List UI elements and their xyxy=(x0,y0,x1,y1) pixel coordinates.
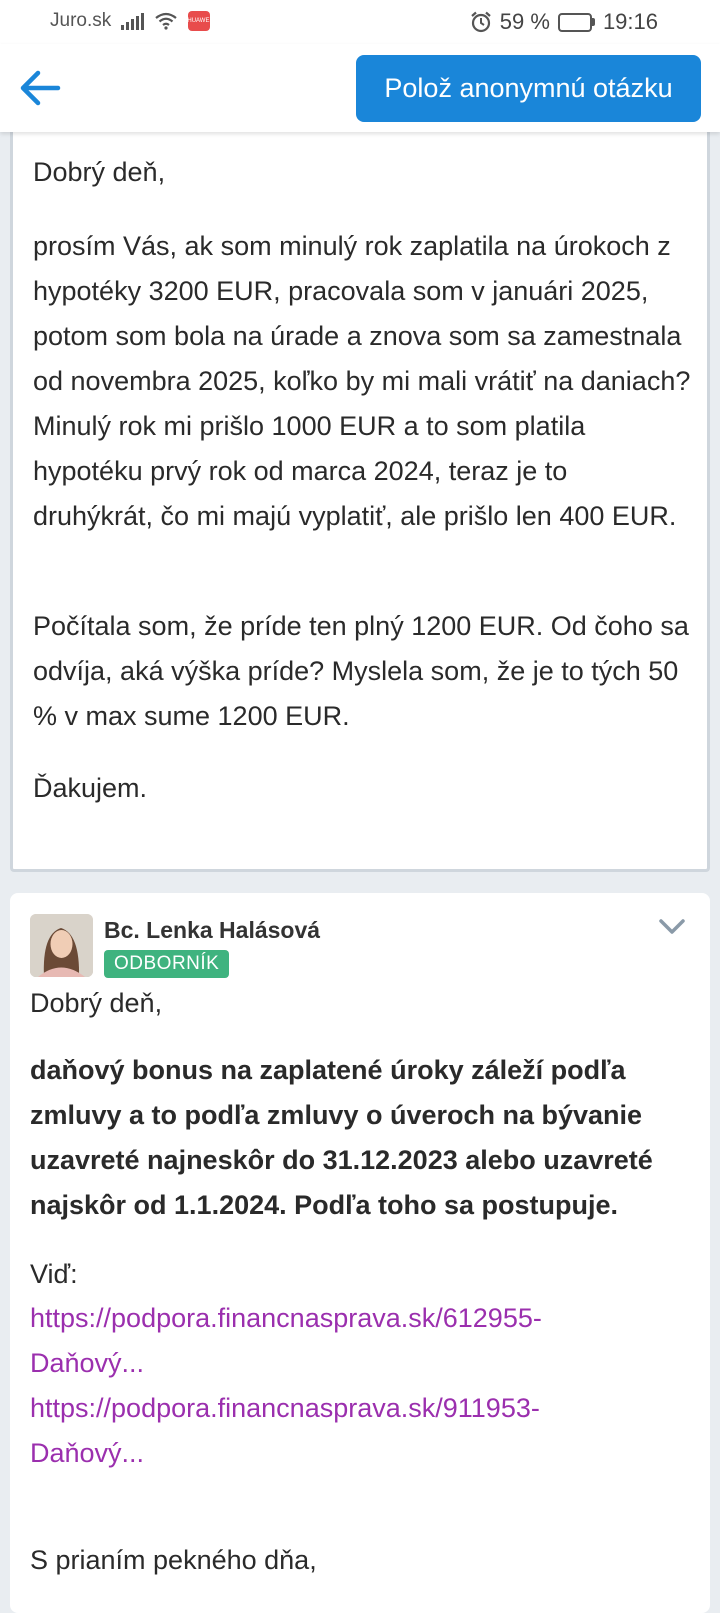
question-paragraph-1: prosím Vás, ak som minulý rok zaplatila … xyxy=(33,231,691,531)
battery-percent: 59 % xyxy=(499,9,550,34)
question-card: Dobrý deň, prosím Vás, ak som minulý rok… xyxy=(10,100,710,872)
answer-bold-paragraph: daňový bonus na zaplatené úroky záleží p… xyxy=(30,1055,653,1220)
app-badge-label: HUAWEI xyxy=(187,18,212,24)
chevron-down-icon[interactable] xyxy=(658,917,686,937)
question-greeting: Dobrý deň, xyxy=(33,157,166,187)
battery-icon xyxy=(557,12,595,32)
answer-signoff: S prianím pekného dňa, xyxy=(30,1545,317,1575)
question-paragraph-2: Počítala som, že príde ten plný 1200 EUR… xyxy=(33,611,689,731)
back-button[interactable] xyxy=(16,64,64,112)
answer-links: https://podpora.financnasprava.sk/612955… xyxy=(30,1296,590,1476)
clock: 19:16 xyxy=(602,9,658,34)
answer-greeting: Dobrý deň, xyxy=(30,988,163,1018)
status-left: Juro.sk HUAWEI xyxy=(50,10,212,32)
app-notification-icon: HUAWEI xyxy=(187,11,212,31)
arrow-left-icon xyxy=(20,70,61,106)
expert-badge: ODBORNÍK xyxy=(104,950,230,978)
alarm-icon xyxy=(471,11,491,33)
answer-link-1[interactable]: https://podpora.financnasprava.sk/612955… xyxy=(30,1296,590,1386)
status-bar: Juro.sk HUAWEI 59 % 19:16 xyxy=(0,0,720,44)
expert-photo xyxy=(30,914,93,977)
author-name[interactable]: Bc. Lenka Halásová xyxy=(104,917,320,944)
avatar[interactable] xyxy=(30,914,93,977)
question-closing: Ďakujem. xyxy=(33,773,148,803)
ask-anonymous-question-button[interactable]: Polož anonymnú otázku xyxy=(356,55,701,122)
signal-icon xyxy=(121,12,145,30)
wifi-icon xyxy=(155,12,177,30)
answer-card: Bc. Lenka Halásová ODBORNÍK Dobrý deň, d… xyxy=(10,893,710,1613)
status-right: 59 % 19:16 xyxy=(470,9,658,35)
carrier-label: Juro.sk xyxy=(50,10,112,31)
answer-see-label: Viď: xyxy=(30,1259,78,1289)
app-header: Polož anonymnú otázku xyxy=(0,44,720,132)
answer-link-2[interactable]: https://podpora.financnasprava.sk/911953… xyxy=(30,1386,590,1476)
